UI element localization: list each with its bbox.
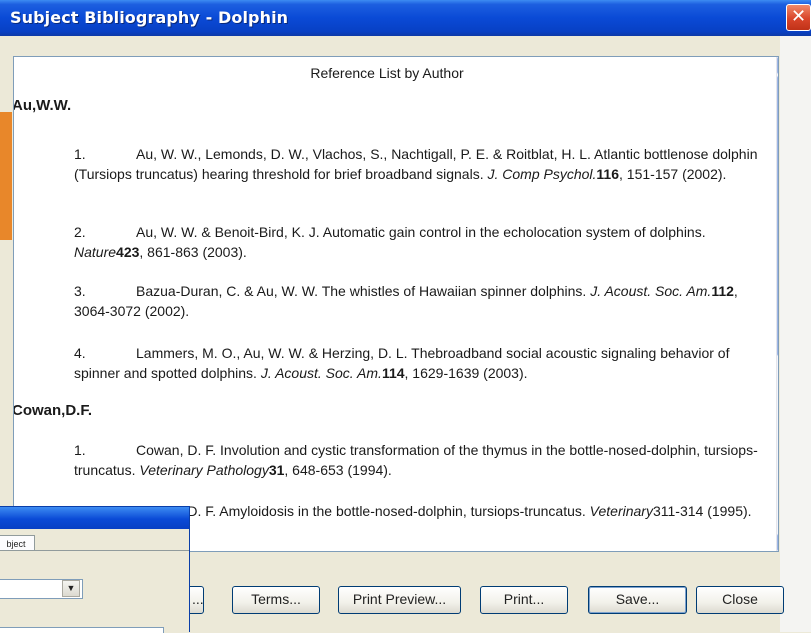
title-bar[interactable]: Subject Bibliography - Dolphin ✕ (0, 0, 811, 36)
subwindow-text-field[interactable] (0, 627, 164, 633)
ref-journal: Nature (74, 244, 117, 260)
list-item: 1. Cowan, D. F. Involution and cystic tra… (74, 440, 760, 480)
reference-list-heading: Reference List by Author (310, 65, 464, 81)
ref-pages: 311-314 (1995). (652, 503, 752, 519)
list-item: 3. Bazua-Duran, C. & Au, W. W. The whistl… (74, 281, 760, 321)
ref-volume: 31 (268, 462, 285, 478)
ref-volume: 116 (596, 166, 620, 182)
ref-pages: , 151-157 (2002). (619, 166, 727, 182)
ref-text: Cowan, D. F. Amyloidosis in the bottle-n… (136, 503, 590, 519)
ref-journal: Veterinary (589, 503, 653, 519)
print-preview-button[interactable]: Print Preview... (338, 586, 461, 614)
scroll-down-button[interactable]: ▼ (777, 534, 778, 551)
ref-journal: J. Acoust. Soc. Am. (590, 283, 712, 299)
ref-number: 2. (74, 224, 86, 240)
tab-divider (0, 550, 189, 551)
ref-pages: , 1629-1639 (2003). (404, 365, 528, 381)
vertical-scrollbar[interactable]: ▲ ▼ (776, 57, 778, 551)
subwindow-title-bar[interactable] (0, 507, 189, 529)
chevron-down-icon[interactable]: ▼ (62, 580, 80, 597)
ref-volume: 112 (711, 283, 734, 299)
window-title: Subject Bibliography - Dolphin (10, 8, 289, 27)
scrollbar-thumb[interactable] (777, 76, 778, 356)
save-button[interactable]: Save... (588, 586, 687, 614)
ref-volume: 114 (381, 365, 405, 381)
ref-number: 4. (74, 345, 86, 361)
list-item: 2. Au, W. W. & Benoit-Bird, K. J. Automat… (74, 222, 760, 262)
ref-journal: J. Acoust. Soc. Am. (260, 365, 382, 381)
ref-number: 1. (74, 146, 86, 162)
list-item: 1. Au, W. W., Lemonds, D. W., Vlachos, S.… (74, 144, 760, 184)
ref-volume: 423 (116, 244, 140, 260)
ref-journal: J. Comp Psychol. (487, 166, 597, 182)
ref-number: 3. (74, 283, 86, 299)
close-button[interactable]: Close (696, 586, 784, 614)
print-button[interactable]: Print... (480, 586, 568, 614)
tab-subject[interactable]: bject (0, 535, 35, 551)
ref-pages: , 861-863 (2003). (139, 244, 247, 260)
reference-text-panel[interactable]: Reference List by Author Au,W.W. 1. Au, W… (13, 56, 779, 552)
close-icon: ✕ (790, 6, 807, 27)
ref-text: Au, W. W. & Benoit-Bird, K. J. Automatic… (136, 224, 706, 240)
ref-journal: Veterinary Pathology (139, 462, 269, 478)
background-subwindow: bject ▼ (0, 506, 190, 633)
terms-button[interactable]: Terms... (232, 586, 320, 614)
partial-button-label: ... (192, 591, 204, 607)
list-item: 4. Lammers, M. O., Au, W. W. & Herzing, D… (74, 343, 760, 383)
scroll-up-button[interactable]: ▲ (777, 57, 778, 74)
background-window-edge (0, 112, 12, 240)
ref-text: Bazua-Duran, C. & Au, W. W. The whistles… (136, 283, 591, 299)
author-heading: Au,W.W. (14, 97, 72, 114)
ref-pages: , 648-653 (1994). (284, 462, 392, 478)
background-desktop (780, 0, 811, 632)
ref-number: 1. (74, 442, 86, 458)
close-window-button[interactable]: ✕ (786, 4, 811, 31)
reference-list: Reference List by Author Au,W.W. 1. Au, W… (14, 57, 760, 551)
bibliography-dialog: Subject Bibliography - Dolphin ✕ Referen… (0, 0, 811, 633)
author-heading: Cowan,D.F. (14, 402, 93, 419)
